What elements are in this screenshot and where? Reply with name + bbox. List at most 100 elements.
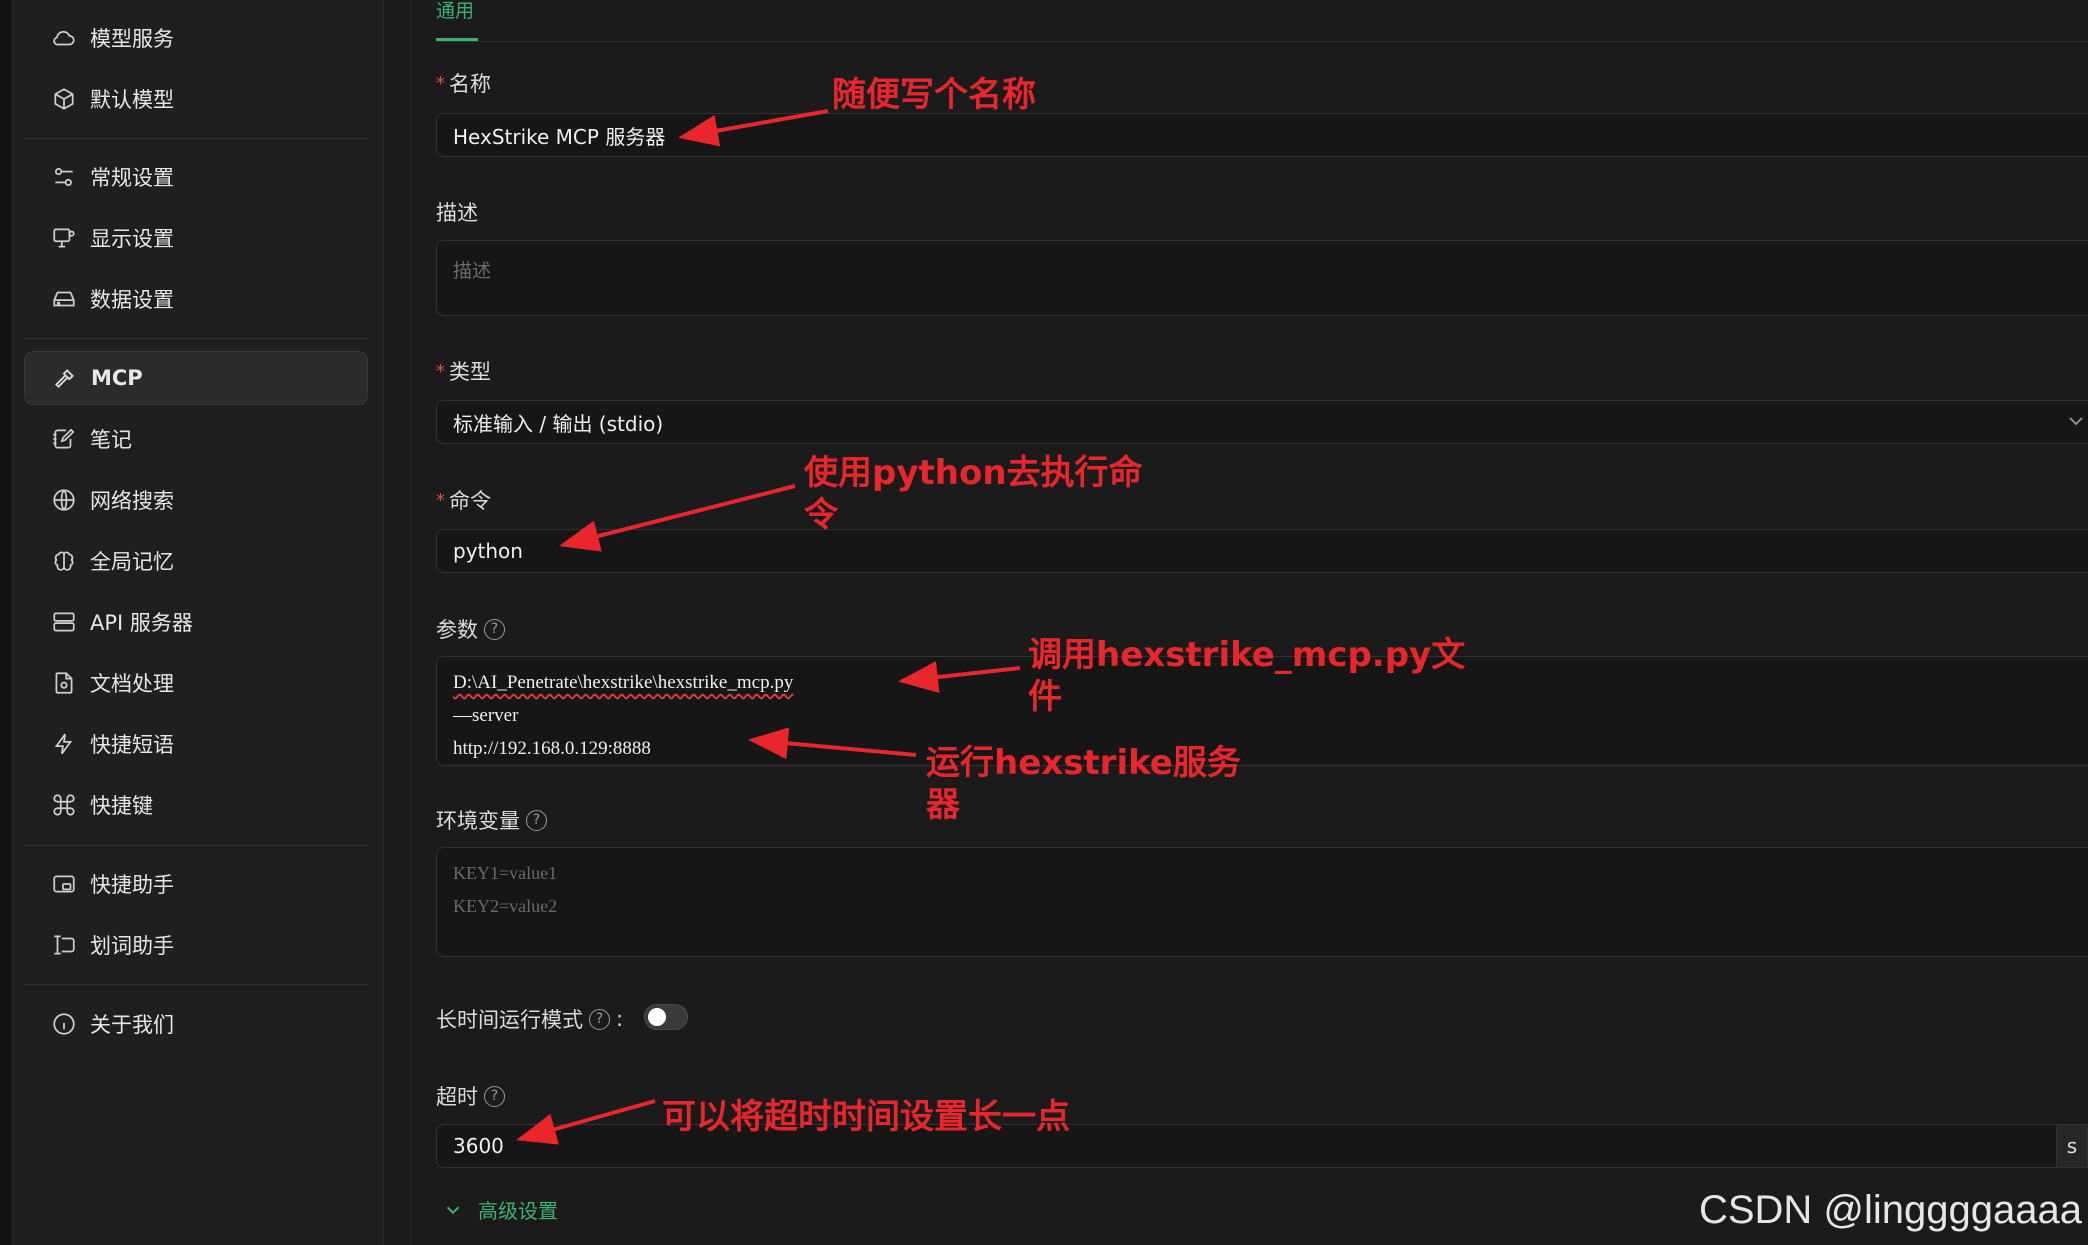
tab-divider [436, 41, 2088, 42]
sidebar-divider [24, 138, 368, 139]
description-label-text: 描述 [436, 201, 478, 225]
mcp-server-form: 通用 * 名称 HexStrike MCP 服务器 描述 描述 * 类型 标准输… [412, 0, 2088, 1245]
timeout-input-value: 3600 [453, 1134, 504, 1158]
annotation-args-file: 调用hexstrike_mcp.py文 件 [1028, 634, 1465, 718]
help-icon[interactable]: ? [484, 1085, 505, 1107]
type-label-text: 类型 [449, 360, 491, 384]
args-label: 参数 ? [436, 614, 505, 644]
server-icon [50, 608, 78, 636]
command-input-value: python [453, 539, 523, 563]
annotation-args-server: 运行hexstrike服务 器 [926, 742, 1241, 826]
sidebar-divider [24, 845, 368, 846]
env-placeholder-line: KEY1=value1 [453, 863, 558, 883]
sidebar-item-display-settings[interactable]: 显示设置 [24, 211, 368, 265]
label-colon: : [616, 1007, 624, 1031]
env-label-text: 环境变量 [436, 809, 520, 833]
env-placeholder-line: KEY2=value2 [453, 896, 558, 916]
sidebar-item-document-processing[interactable]: 文档处理 [24, 656, 368, 710]
sidebar-item-label: 显示设置 [90, 227, 174, 251]
sidebar-item-label: 常规设置 [90, 166, 174, 190]
required-mark: * [436, 72, 445, 94]
description-placeholder: 描述 [453, 261, 492, 282]
timeout-unit: s [2056, 1124, 2088, 1168]
toggle-knob [648, 1008, 666, 1026]
advanced-settings-toggle[interactable]: 高级设置 [442, 1195, 558, 1224]
timeout-label: 超时 ? [436, 1081, 505, 1111]
description-textarea[interactable]: 描述 [436, 240, 2088, 316]
sidebar-item-selection-assistant[interactable]: 划词助手 [24, 918, 368, 972]
monitor-settings-icon [50, 224, 78, 252]
list-column [384, 0, 411, 1245]
name-label-text: 名称 [449, 72, 491, 96]
sidebar-item-label: 笔记 [90, 428, 132, 452]
hammer-icon [51, 364, 79, 392]
sidebar-item-label: 网络搜索 [90, 489, 174, 513]
sidebar-divider [24, 984, 368, 985]
sidebar-item-web-search[interactable]: 网络搜索 [24, 473, 368, 527]
info-icon [50, 1010, 78, 1038]
env-label: 环境变量 ? [436, 805, 547, 835]
sidebar-item-notes[interactable]: 笔记 [24, 412, 368, 466]
text-cursor-icon [50, 931, 78, 959]
sidebar-item-label: 模型服务 [90, 27, 174, 51]
args-label-text: 参数 [436, 618, 478, 642]
sidebar-item-shortcuts[interactable]: 快捷键 [24, 778, 368, 832]
cloud-icon [50, 24, 78, 52]
sidebar-item-label: 文档处理 [90, 672, 174, 696]
sidebar-divider [24, 338, 368, 339]
type-select[interactable]: 标准输入 / 输出 (stdio) [436, 400, 2088, 444]
env-textarea[interactable]: KEY1=value1 KEY2=value2 [436, 847, 2088, 957]
command-label: * 命令 [436, 485, 491, 515]
brain-icon [50, 547, 78, 575]
hard-drive-icon [50, 285, 78, 313]
name-label: * 名称 [436, 68, 491, 98]
sidebar-item-mcp[interactable]: MCP [24, 351, 368, 405]
annotation-line: 令 [804, 495, 838, 535]
sidebar-item-label: 快捷助手 [90, 873, 174, 897]
app-window-icon [50, 870, 78, 898]
sliders-icon [50, 163, 78, 191]
globe-icon [50, 486, 78, 514]
sidebar-item-model-service[interactable]: 模型服务 [24, 11, 368, 65]
settings-sidebar: 模型服务 默认模型 常规设置 显示设置 数据设置 MCP 笔记 网络搜索 全局记… [11, 0, 384, 1245]
watermark: CSDN @linggggaaaa [1698, 1188, 2082, 1232]
command-input[interactable]: python [436, 529, 2088, 573]
sidebar-item-api-server[interactable]: API 服务器 [24, 595, 368, 649]
annotation-line: 件 [1028, 677, 1062, 717]
sidebar-item-label: 快捷键 [90, 794, 153, 818]
type-label: * 类型 [436, 356, 491, 386]
annotation-name: 随便写个名称 [832, 75, 1036, 115]
long-running-label: 长时间运行模式 ? : [436, 1004, 623, 1034]
help-icon[interactable]: ? [589, 1008, 610, 1030]
chevron-down-icon [446, 1206, 460, 1214]
notebook-pen-icon [50, 425, 78, 453]
sidebar-item-general-settings[interactable]: 常规设置 [24, 150, 368, 204]
args-line: http://192.168.0.129:8888 [453, 738, 651, 759]
timeout-label-text: 超时 [436, 1085, 478, 1109]
sidebar-item-label: 数据设置 [90, 288, 174, 312]
annotation-line: 使用python去执行命 [804, 453, 1143, 493]
sidebar-item-quick-phrases[interactable]: 快捷短语 [24, 717, 368, 771]
zap-icon [50, 730, 78, 758]
type-select-value: 标准输入 / 输出 (stdio) [453, 411, 664, 436]
sidebar-item-label: 默认模型 [90, 88, 174, 112]
name-input-value: HexStrike MCP 服务器 [453, 124, 666, 149]
tab-general[interactable]: 通用 [436, 0, 474, 23]
help-icon[interactable]: ? [484, 618, 505, 640]
name-input[interactable]: HexStrike MCP 服务器 [436, 113, 2088, 157]
required-mark: * [436, 489, 445, 511]
sidebar-item-data-settings[interactable]: 数据设置 [24, 272, 368, 326]
long-running-toggle[interactable] [644, 1004, 688, 1030]
cube-icon [50, 85, 78, 113]
sidebar-item-quick-assistant[interactable]: 快捷助手 [24, 857, 368, 911]
annotation-line: 器 [926, 785, 960, 825]
help-icon[interactable]: ? [526, 809, 547, 831]
sidebar-item-label: 划词助手 [90, 934, 174, 958]
command-icon [50, 791, 78, 819]
sidebar-item-global-memory[interactable]: 全局记忆 [24, 534, 368, 588]
sidebar-item-default-model[interactable]: 默认模型 [24, 72, 368, 126]
window-edge [0, 0, 11, 1245]
annotation-line: 调用hexstrike_mcp.py文 [1028, 635, 1466, 675]
sidebar-item-label: API 服务器 [90, 611, 193, 635]
sidebar-item-about[interactable]: 关于我们 [24, 997, 368, 1051]
